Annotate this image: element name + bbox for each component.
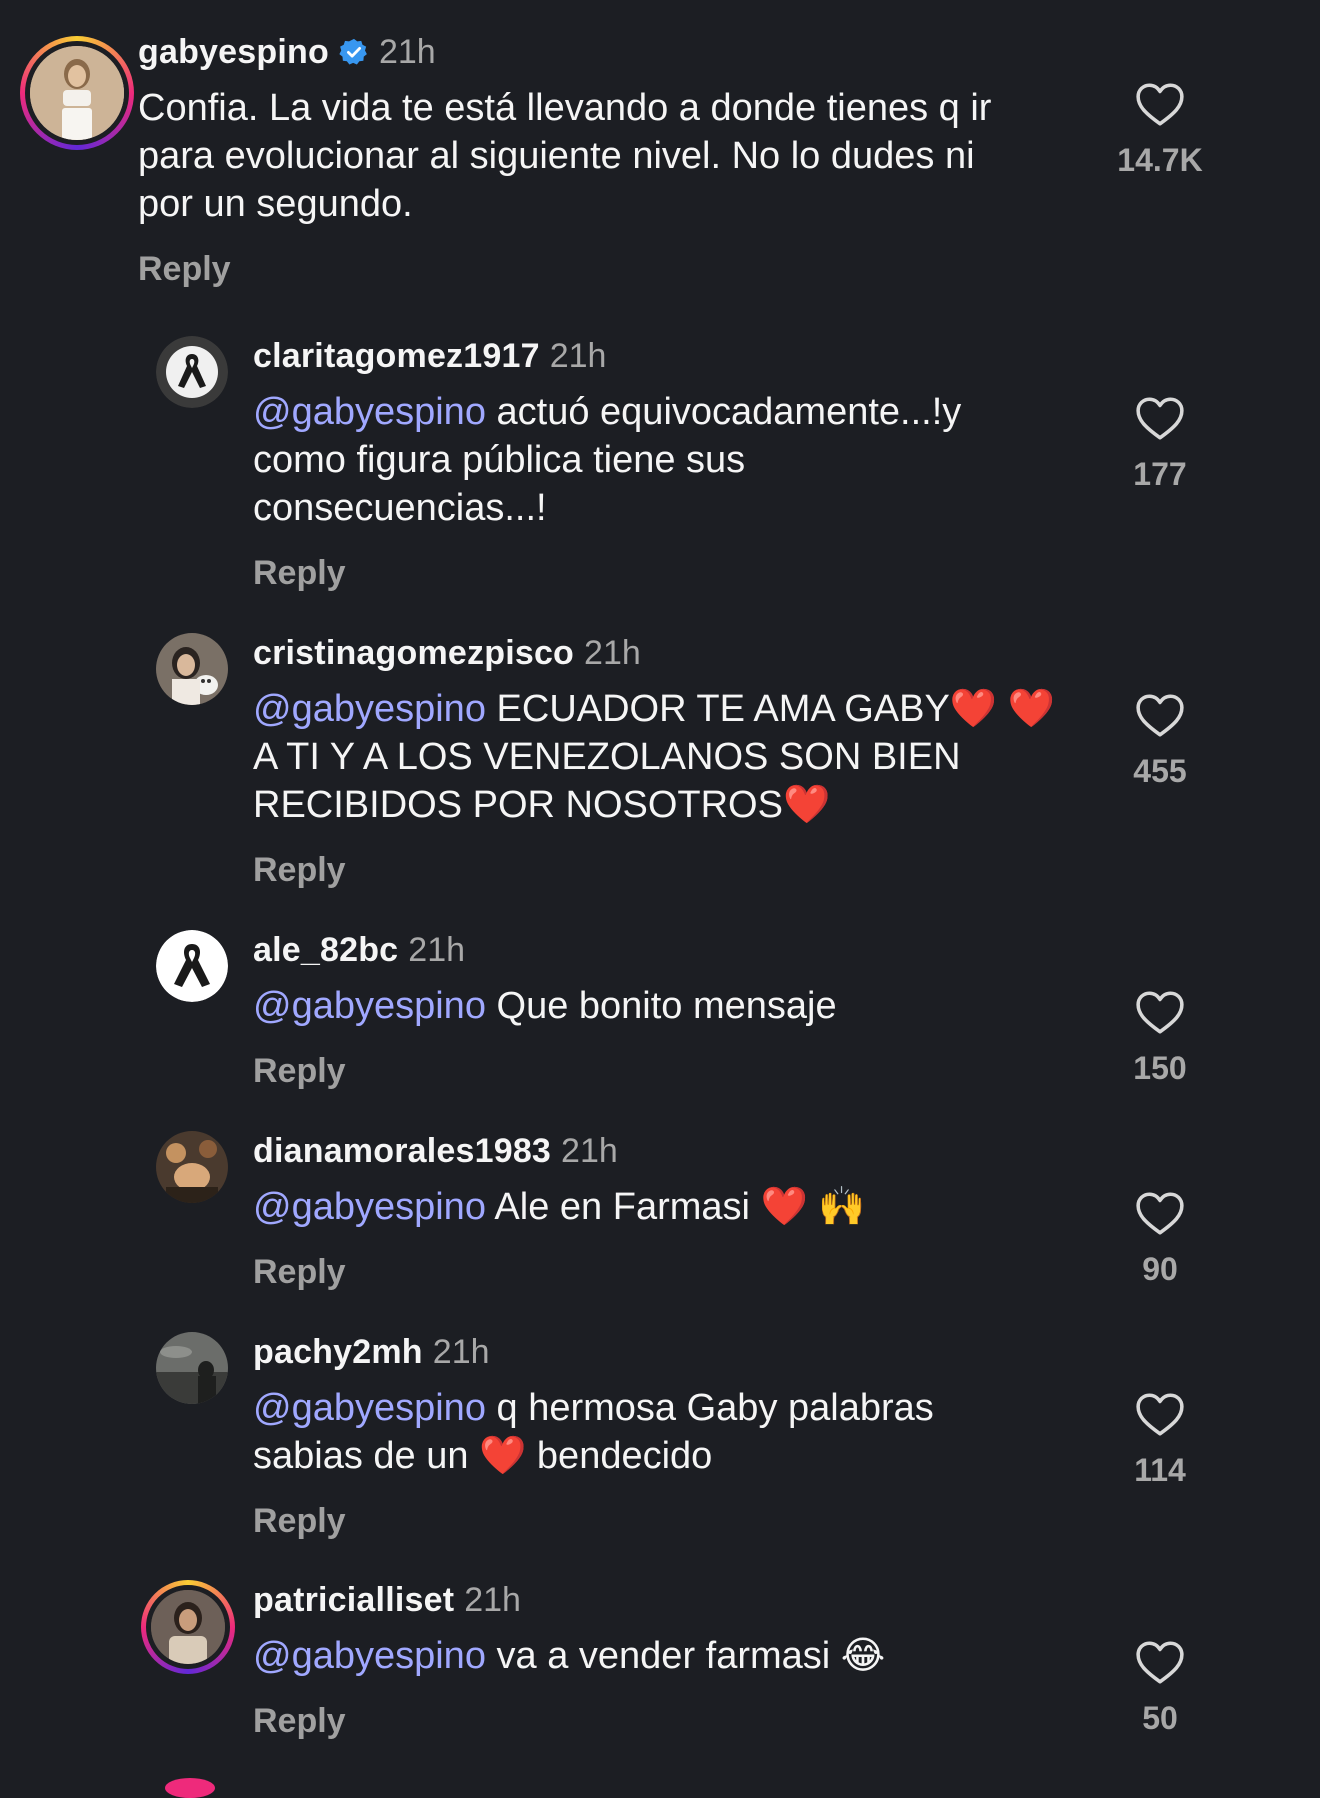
heart-icon[interactable] — [1135, 693, 1185, 739]
username[interactable]: patricialliset — [253, 1581, 454, 1620]
like-count: 14.7K — [1117, 142, 1203, 178]
reply-button[interactable]: Reply — [138, 250, 231, 289]
like-count: 90 — [1142, 1251, 1178, 1287]
avatar[interactable] — [156, 1332, 228, 1404]
heart-icon[interactable] — [1135, 990, 1185, 1036]
avatar[interactable] — [156, 633, 228, 705]
heart-icon[interactable] — [1135, 1392, 1185, 1438]
comment-text: Que bonito mensaje — [485, 985, 837, 1027]
verified-badge-icon — [339, 38, 367, 65]
mention-link[interactable]: @gabyespino — [253, 985, 486, 1027]
profile-photo — [156, 633, 228, 705]
username[interactable]: ale_82bc — [253, 931, 398, 970]
like-count: 50 — [1142, 1700, 1178, 1736]
avatar[interactable] — [141, 1580, 235, 1674]
heart-icon[interactable] — [1135, 1191, 1185, 1237]
mention-link[interactable]: @gabyespino — [253, 391, 486, 433]
timestamp: 21h — [378, 32, 436, 71]
timestamp: 21h — [561, 1131, 618, 1170]
reply-button[interactable]: Reply — [253, 1052, 346, 1091]
avatar[interactable] — [156, 336, 228, 408]
mention-link[interactable]: @gabyespino — [253, 688, 486, 730]
reply-button[interactable]: Reply — [253, 851, 346, 890]
mention-link[interactable]: @gabyespino — [253, 1387, 486, 1429]
avatar[interactable] — [20, 36, 134, 150]
timestamp: 21h — [432, 1332, 490, 1371]
like-count: 114 — [1134, 1452, 1186, 1488]
black-ribbon-icon — [156, 930, 228, 1002]
heart-icon[interactable] — [1135, 396, 1185, 442]
username[interactable]: pachy2mh — [253, 1333, 423, 1372]
comment-text: Confia. La vida te está llevando a donde… — [138, 87, 992, 225]
reply-button[interactable]: Reply — [253, 554, 346, 593]
heart-icon[interactable] — [1135, 1640, 1185, 1686]
timestamp: 21h — [584, 633, 641, 672]
avatar[interactable] — [156, 1131, 228, 1203]
avatar[interactable] — [156, 930, 228, 1002]
mention-link[interactable]: @gabyespino — [253, 1186, 486, 1228]
username[interactable]: claritagomez1917 — [253, 337, 540, 376]
timestamp: 21h — [408, 930, 466, 969]
reply-button[interactable]: Reply — [253, 1502, 346, 1541]
reply-button[interactable]: Reply — [253, 1702, 346, 1741]
username[interactable]: gabyespino — [138, 33, 329, 72]
like-count: 150 — [1133, 1050, 1187, 1086]
black-ribbon-icon — [156, 336, 228, 408]
avatar[interactable] — [165, 1778, 215, 1798]
reply-button[interactable]: Reply — [253, 1253, 346, 1292]
timestamp: 21h — [549, 336, 607, 375]
like-count: 455 — [1133, 753, 1187, 789]
heart-icon[interactable] — [1135, 82, 1185, 128]
username[interactable]: cristinagomezpisco — [253, 634, 574, 673]
like-count: 177 — [1133, 456, 1187, 492]
profile-photo — [151, 1590, 225, 1664]
mention-link[interactable]: @gabyespino — [253, 1635, 486, 1677]
timestamp: 21h — [464, 1580, 521, 1619]
profile-photo — [156, 1131, 228, 1203]
username[interactable]: dianamorales1983 — [253, 1132, 551, 1171]
comment-text: va a vender farmasi 😂 — [485, 1635, 886, 1677]
comment-text: Ale en Farmasi ❤️ 🙌 — [485, 1186, 866, 1228]
profile-photo — [30, 46, 124, 140]
profile-photo — [156, 1332, 228, 1404]
